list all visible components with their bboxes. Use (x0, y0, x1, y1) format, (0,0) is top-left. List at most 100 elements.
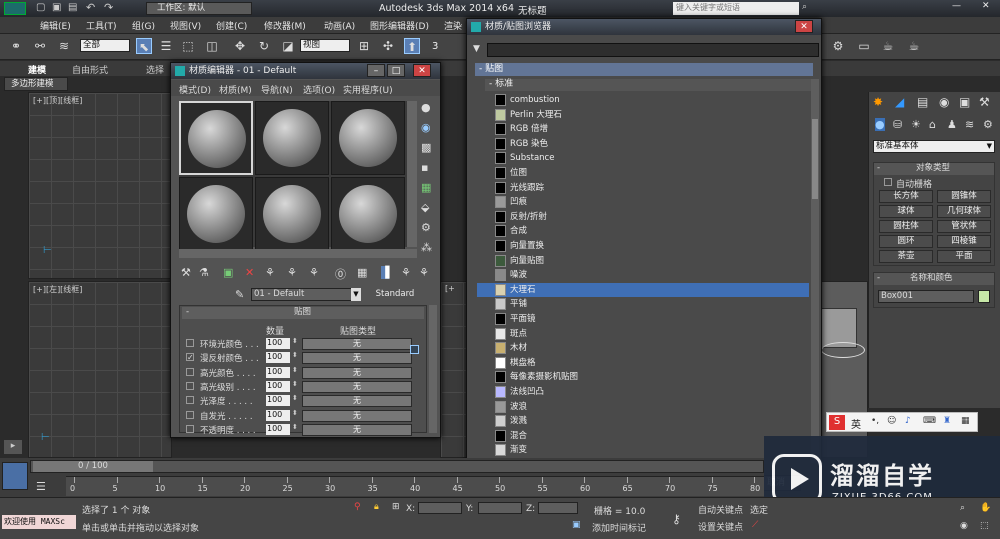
sample-slot-2[interactable] (255, 101, 329, 175)
uv-tiling-icon[interactable]: ▪ (421, 161, 428, 174)
ribbon-subtab[interactable]: 多边形建模 (4, 77, 68, 91)
map-amount-spinner[interactable]: 100 (266, 380, 290, 392)
make-unique-icon[interactable]: ⚘ (287, 266, 297, 279)
coord-x-field[interactable] (418, 502, 462, 514)
spinner-arrows-icon[interactable]: ⬍ (292, 351, 298, 359)
sample-slot-4[interactable] (179, 177, 253, 251)
reset-map-icon[interactable]: ✕ (245, 266, 254, 279)
snap-value[interactable]: 3 (432, 41, 438, 52)
keyboard-shortcut-icon[interactable]: ⬆ (404, 38, 420, 54)
app-logo-icon[interactable] (4, 2, 26, 15)
show-end-result-icon[interactable]: ▐ (381, 266, 390, 279)
search-input[interactable]: 键入关键字或短语 (673, 2, 799, 15)
render-setup-icon[interactable]: ⚙ (830, 38, 846, 54)
maximize-viewport-icon[interactable]: ⬚ (980, 521, 989, 531)
object-type-button[interactable]: 管状体 (937, 220, 991, 233)
close-icon[interactable]: ✕ (795, 20, 813, 33)
menu-graph-editors[interactable]: 图形编辑器(D) (370, 19, 429, 32)
motion-tab-icon[interactable]: ◉ (939, 95, 949, 109)
pivot-icon[interactable]: ⊞ (356, 38, 372, 54)
helpers-icon[interactable]: ♟ (947, 118, 957, 131)
backlight-icon[interactable]: ◉ (421, 121, 431, 134)
ime-voice-icon[interactable]: ♪ (905, 416, 911, 426)
select-by-material-icon[interactable]: ⁂ (421, 241, 432, 254)
map-enable-checkbox[interactable]: ✓ (186, 353, 194, 362)
object-type-button[interactable]: 球体 (879, 205, 933, 218)
absolute-mode-icon[interactable]: ⊞ (392, 502, 400, 512)
minimize-icon[interactable]: – (367, 64, 385, 77)
map-slot-button[interactable]: 无 (302, 423, 412, 436)
map-amount-spinner[interactable]: 100 (266, 395, 290, 407)
render-frame-icon[interactable]: ▭ (856, 38, 872, 54)
qat-save-icon[interactable]: ▤ (68, 2, 77, 13)
category-dropdown[interactable]: 标准基本体 ▼ (873, 140, 995, 153)
qat-undo-icon[interactable]: ↶ (86, 1, 95, 14)
put-to-library-icon[interactable]: ⚘ (309, 266, 319, 279)
map-list-item[interactable]: RGB 倍增 (477, 122, 809, 137)
browser-subgroup-header[interactable]: - 标准 (485, 79, 813, 91)
minimize-icon[interactable]: — (952, 1, 961, 11)
select-object-icon[interactable]: ⬉ (136, 38, 152, 54)
map-list-item[interactable]: 向量贴图 (477, 254, 809, 269)
display-tab-icon[interactable]: ▣ (959, 95, 970, 109)
key-filters-icon[interactable]: ⟋ (752, 520, 758, 530)
menu-tools[interactable]: 工具(T) (86, 19, 117, 32)
ribbon-tab-freeform[interactable]: 自由形式 (72, 63, 108, 76)
active-shade-icon[interactable]: ☕ (906, 38, 922, 54)
maxscript-listener[interactable]: 欢迎使用 MAXSc (2, 515, 76, 529)
menu-views[interactable]: 视图(V) (170, 19, 201, 32)
map-list-item[interactable]: 光线跟踪 (477, 181, 809, 196)
rect-selection-icon[interactable]: ⬚ (180, 38, 196, 54)
sample-slot-1[interactable] (179, 101, 253, 175)
rotate-icon[interactable]: ↻ (256, 38, 272, 54)
qat-new-icon[interactable]: ▢ (36, 2, 45, 13)
selected-set-label[interactable]: 选定 (750, 503, 768, 516)
browser-group-header[interactable]: - 贴图 (475, 63, 813, 76)
map-enable-checkbox[interactable] (186, 339, 194, 347)
ime-logo-icon[interactable]: S (829, 415, 845, 430)
hierarchy-tab-icon[interactable]: ▤ (917, 95, 928, 109)
viewport-left[interactable]: [+][左][线框] ⊢ (28, 281, 172, 458)
sample-slot-6[interactable] (331, 177, 405, 251)
get-material-icon[interactable]: ⚒ (181, 266, 191, 279)
isolate-icon[interactable]: ⚲ (354, 502, 361, 512)
add-time-tag[interactable]: 添加时间标记 (592, 521, 646, 534)
select-by-name-icon[interactable]: ☰ (158, 38, 174, 54)
map-list-item[interactable]: 渐变 (477, 443, 809, 458)
spacewarps-icon[interactable]: ≋ (965, 118, 974, 131)
map-amount-spinner[interactable]: 100 (266, 338, 290, 349)
map-amount-spinner[interactable]: 100 (266, 423, 290, 435)
viewport-persp-label[interactable]: [+ (445, 284, 455, 293)
move-icon[interactable]: ✥ (232, 38, 248, 54)
menu-mode[interactable]: 模式(D) (179, 83, 211, 96)
object-type-button[interactable]: 圆环 (879, 235, 933, 248)
viewport-top-label[interactable]: [+][顶][线框] (33, 95, 82, 106)
map-enable-checkbox[interactable] (186, 367, 194, 376)
put-to-scene-icon[interactable]: ⚗ (199, 266, 209, 279)
map-list-item[interactable]: 棋盘格 (477, 356, 809, 371)
options-icon[interactable]: ⚙ (421, 221, 431, 234)
lock-selection-icon[interactable]: 🔒︎ (374, 502, 379, 512)
workspace-dropdown[interactable]: 工作区: 默认 (146, 2, 252, 15)
pan-icon[interactable]: ✋ (980, 503, 991, 513)
map-slot-button[interactable]: 无 (302, 380, 412, 393)
object-type-button[interactable]: 茶壶 (879, 250, 933, 263)
map-enable-checkbox[interactable] (186, 396, 194, 405)
material-name-dropdown-icon[interactable]: ▼ (351, 288, 361, 301)
menu-group[interactable]: 组(G) (132, 19, 155, 32)
material-editor-titlebar[interactable]: 材质编辑器 - 01 - Default – □ ✕ (171, 63, 440, 79)
ime-mode-label[interactable]: 英 (851, 416, 861, 431)
go-sibling-icon[interactable]: ⚘ (419, 266, 429, 279)
link-icon[interactable]: ⚭ (8, 38, 24, 54)
map-list-item[interactable]: RGB 染色 (477, 137, 809, 152)
viewport-left-label[interactable]: [+][左][线框] (33, 284, 82, 295)
eyedropper-icon[interactable]: ✎ (235, 288, 244, 301)
shapes-icon[interactable]: ⛁ (893, 118, 902, 131)
object-type-button[interactable]: 长方体 (879, 190, 933, 203)
object-type-button[interactable]: 圆柱体 (879, 220, 933, 233)
set-key-button[interactable]: 设置关键点 (698, 520, 743, 533)
make-preview-icon[interactable]: ⬙ (421, 201, 429, 214)
spinner-arrows-icon[interactable]: ⬍ (292, 380, 298, 388)
menu-edit[interactable]: 编辑(E) (40, 19, 71, 32)
menu-material[interactable]: 材质(M) (219, 83, 252, 96)
